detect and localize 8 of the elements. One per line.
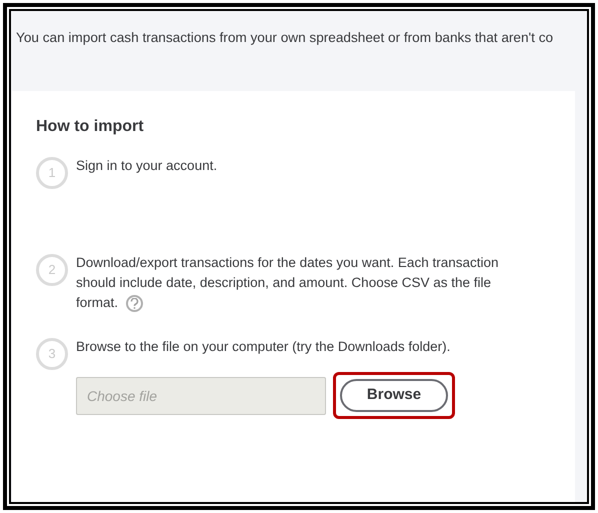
step-text: Download/export transactions for the dates you want. Each transaction should include date, description, and amount. Choose CSV as the file format. [76, 254, 500, 313]
step-text: Sign in to your account. [76, 157, 218, 175]
intro-text: You can import cash transactions from your own spreadsheet or from banks that aren't co [16, 29, 554, 47]
help-icon[interactable] [126, 294, 144, 312]
section-heading: How to import [36, 117, 144, 137]
file-field[interactable]: Choose file [76, 376, 326, 414]
browse-button[interactable]: Browse [340, 379, 448, 412]
step-text: Browse to the file on your computer (try the Downloads folder). [76, 338, 452, 356]
